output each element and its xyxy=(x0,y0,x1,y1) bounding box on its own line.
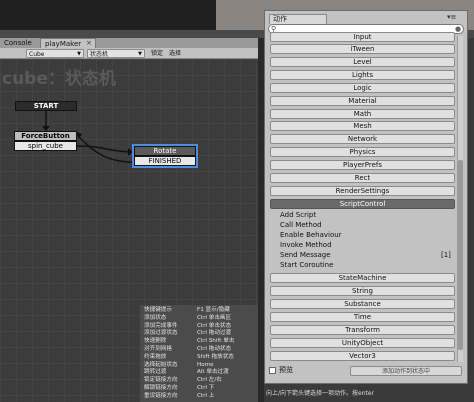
shortcut-row: 快捷键提示 F1 显示/隐藏 xyxy=(140,307,258,314)
category-button[interactable]: Logic xyxy=(270,82,455,93)
category-button[interactable]: Lights xyxy=(270,69,455,80)
spin-transition-line xyxy=(76,145,133,153)
shortcut-value: Ctrl 单击状态 xyxy=(197,322,232,329)
category-selected[interactable]: ScriptControl xyxy=(270,199,455,209)
shortcut-value: F1 显示/隐藏 xyxy=(197,307,230,313)
category-button[interactable]: PlayerPrefs xyxy=(270,160,455,171)
category-button[interactable]: Mesh xyxy=(270,121,455,132)
shortcut-value: Ctrl 下 xyxy=(197,385,215,391)
shortcut-key: 约束拖放 xyxy=(144,353,167,360)
category-button[interactable]: Network xyxy=(270,134,455,145)
shortcut-value: Alt 单击过渡 xyxy=(197,369,229,376)
category-button[interactable]: StateMachine xyxy=(270,273,455,283)
category-button[interactable]: RenderSettings xyxy=(270,185,455,196)
category-button[interactable]: iTween xyxy=(270,44,455,54)
shortcut-value: Ctrl 单击画区 xyxy=(197,314,232,321)
shortcut-row: 选择起始状态 Home xyxy=(140,362,258,369)
state-forcebutton[interactable]: ForceButton xyxy=(14,131,77,141)
shortcut-row: 约束拖放 Shift 拖放状态 xyxy=(140,354,258,361)
shortcut-key: 快速删除 xyxy=(144,338,167,345)
category-button[interactable]: Substance xyxy=(270,299,455,309)
event-finished[interactable]: FINISHED xyxy=(134,156,196,166)
action-item[interactable]: Invoke Method xyxy=(280,241,332,250)
category-button[interactable]: Time xyxy=(270,312,455,322)
shortcut-value: Ctrl 左/右 xyxy=(197,377,222,384)
event-spin-cube[interactable]: spin_cube xyxy=(14,141,77,151)
action-item[interactable]: Start Coroutine xyxy=(280,261,333,270)
shortcut-key: 添加过渡状态 xyxy=(144,330,178,337)
category-button[interactable]: Rect xyxy=(270,173,455,183)
bottom-hint: 向上/向下箭头键选择一项动作。按enter xyxy=(266,390,375,397)
category-button[interactable]: UnityObject xyxy=(270,338,455,348)
action-item[interactable]: Enable Behaviour xyxy=(280,231,342,240)
shortcut-row: 快速删除 Ctrl Shift 单击 xyxy=(140,338,258,345)
search-clear-icon[interactable]: ● xyxy=(455,25,461,33)
preview-label: 预览 xyxy=(279,366,293,374)
shortcut-value: Ctrl Shift 单击 xyxy=(197,338,235,345)
shortcut-row: 重设链接方向 Ctrl 上 xyxy=(140,393,258,400)
shortcut-key: 对齐到网格 xyxy=(144,346,172,352)
shortcut-value: Shift 拖放状态 xyxy=(197,353,234,360)
shortcut-key: 解锁链接方向 xyxy=(144,385,178,391)
category-button[interactable]: Transform xyxy=(270,325,455,335)
action-item[interactable]: Call Method xyxy=(280,221,322,230)
category-button[interactable]: String xyxy=(270,286,455,296)
category-button[interactable]: Material xyxy=(270,95,455,106)
shortcut-hints: 快捷键提示 F1 显示/隐藏添加状态 Ctrl 单击画区添加完成事件 Ctrl 单击状… xyxy=(140,305,258,402)
shortcut-row: 添加完成事件 Ctrl 单击状态 xyxy=(140,323,258,330)
action-item[interactable]: Add Script xyxy=(280,211,316,220)
shortcut-row: 跳转过渡 Alt 单击过渡 xyxy=(140,369,258,376)
panel-menu-icon[interactable]: ▾≡ xyxy=(447,13,456,21)
category-button[interactable]: Vector3 xyxy=(270,351,455,361)
state-rotate[interactable]: Rotate xyxy=(134,146,196,156)
start-node[interactable]: START xyxy=(15,101,77,111)
category-button[interactable]: Level xyxy=(270,56,455,67)
shortcut-key: 重设链接方向 xyxy=(144,392,178,399)
tab-actions[interactable]: 动作 xyxy=(269,14,327,24)
shortcut-key: 选择起始状态 xyxy=(144,361,178,368)
category-button[interactable]: Physics xyxy=(270,147,455,158)
shortcut-key: 快捷键提示 xyxy=(144,307,172,313)
shortcut-row: 锁定链接方向 Ctrl 左/右 xyxy=(140,377,258,384)
shortcut-key: 添加完成事件 xyxy=(144,322,178,329)
shortcut-row: 对齐到网格 Ctrl 拖动状态 xyxy=(140,346,258,353)
preview-checkbox[interactable] xyxy=(269,367,276,374)
category-button[interactable]: Math xyxy=(270,108,455,119)
action-item[interactable]: Send Message xyxy=(280,251,331,260)
category-button[interactable]: Input xyxy=(270,32,455,42)
shortcut-key: 跳转过渡 xyxy=(144,369,167,376)
shortcut-value: Ctrl 拖动状态 xyxy=(197,346,232,352)
shortcut-row: 解锁链接方向 Ctrl 下 xyxy=(140,385,258,392)
action-usage-count: [1] xyxy=(441,251,451,259)
shortcut-value: Home xyxy=(197,361,214,368)
shortcut-row: 添加状态 Ctrl 单击画区 xyxy=(140,315,258,322)
shortcut-key: 锁定链接方向 xyxy=(144,377,178,384)
panel-scrollbar-thumb[interactable] xyxy=(458,160,463,350)
shortcut-row: 添加过渡状态 Ctrl 拖动过渡 xyxy=(140,330,258,337)
shortcut-value: Ctrl 上 xyxy=(197,392,215,399)
shortcut-key: 添加状态 xyxy=(144,314,167,321)
shortcut-value: Ctrl 拖动过渡 xyxy=(197,330,232,337)
add-action-button[interactable]: 添加动作到状态中 xyxy=(350,366,462,376)
